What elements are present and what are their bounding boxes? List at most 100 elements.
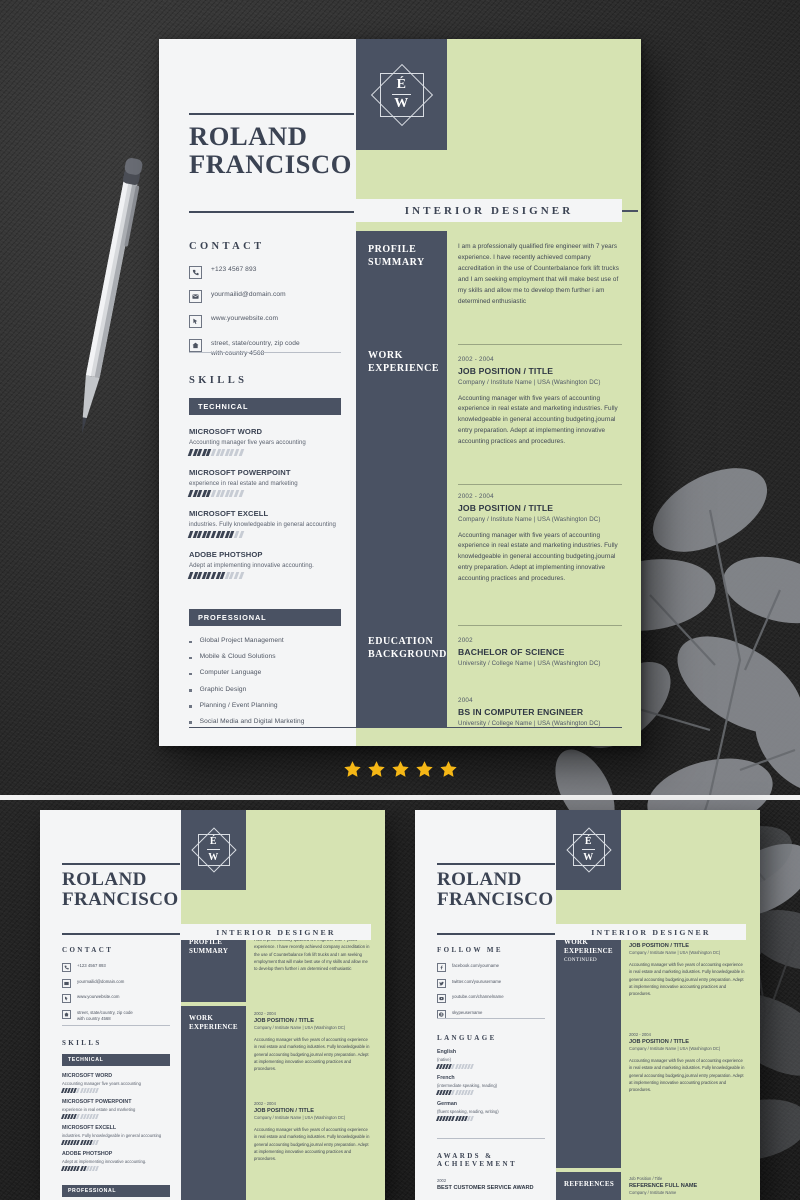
thumb2-work-entry-2: 2002 - 2004 JOB POSITION / TITLE Company… <box>629 1032 747 1094</box>
contact-item-email[interactable]: yourmailid@domain.com <box>189 290 341 303</box>
follow-me-section: FOLLOW ME facebook.com/yourname twitter.c… <box>437 946 545 1025</box>
monogram-letters: É W <box>371 64 433 126</box>
address-icon <box>64 1011 69 1016</box>
thumb2-divider-2 <box>437 1138 545 1139</box>
skill-description: industries. Fully knowledgeable in gener… <box>62 1132 162 1138</box>
contact-email-text: yourmailid@domain.com <box>211 290 286 298</box>
job-title-text: INTERIOR DESIGNER <box>216 927 336 937</box>
education-label-line-2: BACKGROUND <box>368 648 447 660</box>
skill-name: MICROSOFT WORD <box>62 1073 113 1079</box>
list-item: Planning / Event Planning <box>189 702 341 709</box>
thumb1-contact-list: +123 4567 893 yourmailid@domain.com www.yo… <box>62 963 170 1022</box>
thumb1-name-rule-top <box>62 863 180 865</box>
youtube-icon <box>439 996 444 1001</box>
resume-page-main[interactable]: É W ROLAND FRANCISCO INTERIOR DESIGNER C… <box>159 39 641 746</box>
skill-description: experience in real estate and marketing <box>62 1106 136 1112</box>
twitter-icon-wrap <box>437 978 446 988</box>
language-name: German <box>437 1101 458 1108</box>
address-icon <box>189 339 202 352</box>
skill-description: Adept at implementing innovative account… <box>62 1158 147 1164</box>
monogram-rule <box>392 93 411 95</box>
references-label: REFERENCES <box>564 1180 615 1188</box>
bullet-icon <box>189 656 192 660</box>
thumb1-name: ROLAND FRANCISCO <box>62 870 212 910</box>
job-date: 2002 - 2004 <box>458 356 494 363</box>
rating-tick <box>95 1165 99 1171</box>
contact-section: CONTACT +123 4567 893 yourmailid@domain.… <box>189 241 341 370</box>
contact-item[interactable]: +123 4567 893 <box>62 963 170 972</box>
star-icon <box>415 761 433 777</box>
social-link-item[interactable]: facebook.com/yourname <box>437 963 545 972</box>
skills-technical-bar: TECHNICAL <box>62 1054 170 1066</box>
rating-tick <box>470 1115 474 1121</box>
skill-rating-bar <box>436 1089 545 1095</box>
skill-item: MICROSOFT POWERPOINT experience in real e… <box>187 468 341 497</box>
profile-label-block: PROFILE SUMMARY <box>356 231 447 337</box>
contact-item[interactable]: www.yourwebsite.com <box>62 994 170 1003</box>
profile-label: PROFILE SUMMARY <box>189 938 241 956</box>
skill-name: MICROSOFT POWERPOINT <box>189 468 291 477</box>
award-title: BEST CUSTOMER SERVICE AWARD <box>437 1184 534 1191</box>
education-label-line-1: EDUCATION <box>368 636 434 647</box>
thumb1-work-label-block: WORK EXPERIENCE <box>181 1006 246 1200</box>
job-title: JOB POSITION / TITLE <box>254 1017 314 1024</box>
skills-professional-label: PROFESSIONAL <box>68 1188 117 1194</box>
skill-description: industries. Fully knowledgeable in gener… <box>189 520 336 528</box>
star-rating <box>0 760 800 779</box>
thumbnail-page-two[interactable]: É W ROLAND FRANCISCO INTERIOR DESIGNER F… <box>415 810 760 1200</box>
profile-separator <box>458 344 622 345</box>
name-line-2: FRANCISCO <box>189 148 352 179</box>
skill-item: ADOBE PHOTSHOP Adept at implementing inno… <box>187 550 341 579</box>
section-divider-band <box>0 795 800 800</box>
thumb2-monogram-letters: É W <box>567 828 611 872</box>
star-icon <box>367 761 385 777</box>
list-item-label: Graphic Design <box>199 685 247 693</box>
skill-name: ADOBE PHOTSHOP <box>189 550 263 559</box>
skill-rating-bar <box>187 490 341 497</box>
monogram-bottom-letter: W <box>208 851 219 863</box>
skill-description: experience in real estate and marketing <box>189 479 298 487</box>
website-icon <box>64 996 68 1001</box>
skills-professional-bar: PROFESSIONAL <box>189 609 341 626</box>
monogram-bottom-letter: W <box>583 851 594 863</box>
name-line-1: ROLAND <box>189 121 308 151</box>
thumb2-monogram-logo: É W <box>565 827 612 873</box>
contact-item[interactable]: yourmailid@domain.com <box>62 978 170 988</box>
profile-label-line-2: SUMMARY <box>189 946 229 955</box>
work-continued-line-2: EXPERIENCE <box>564 946 613 955</box>
work-entry-2: 2002 - 2004 JOB POSITION / TITLE Company… <box>458 493 622 585</box>
social-link-text: facebook.com/yourname <box>452 963 500 968</box>
facebook-icon <box>440 965 443 970</box>
award-date: 2002 <box>437 1178 447 1183</box>
contact-item-address[interactable]: street, state/country, zip code with cou… <box>189 339 341 359</box>
skype-icon <box>439 1011 444 1017</box>
skill-rating-bar <box>61 1087 170 1093</box>
monogram-top-letter: É <box>209 836 218 848</box>
references-label-block: REFERENCES <box>556 1172 621 1200</box>
monogram-logo: É W <box>370 63 433 126</box>
awards-section: AWARDS & ACHIEVEMENT 2002 BEST CUSTOMER … <box>437 1152 549 1191</box>
job-title-text: INTERIOR DESIGNER <box>591 927 711 937</box>
skill-rating-bar <box>61 1139 170 1145</box>
contact-item-website[interactable]: www.yourwebsite.com <box>189 314 341 328</box>
thumbnail-page-one[interactable]: É W ROLAND FRANCISCO INTERIOR DESIGNER C… <box>40 810 385 1200</box>
thumb2-name-rule-bottom <box>437 933 555 935</box>
contact-item[interactable]: street, state/country, zip code with cou… <box>62 1009 170 1023</box>
contact-list: +123 4567 893 yourmailid@domain.com www.… <box>189 265 341 359</box>
bullet-icon <box>189 689 192 692</box>
rating-tick <box>238 490 244 497</box>
ribbon-accent-line <box>622 210 638 212</box>
follow-me-list: facebook.com/yourname twitter.com/youruse… <box>437 963 545 1019</box>
social-link-item[interactable]: youtube.com/channelname <box>437 994 545 1003</box>
star-icon <box>391 761 409 777</box>
social-link-item[interactable]: twitter.com/yourusername <box>437 978 545 988</box>
job-meta: Company / Institute Name | USA (Washingt… <box>458 378 601 386</box>
contact-text: yourmailid@domain.com <box>77 978 125 984</box>
monogram-rule <box>207 849 220 851</box>
work-entry-1: 2002 - 2004 JOB POSITION / TITLE Company… <box>458 356 622 448</box>
skills-section: SKILLS TECHNICAL MICROSOFT WORD Accountin… <box>187 375 341 579</box>
education-date: 2004 <box>458 697 473 704</box>
name-rule-bottom <box>189 211 354 213</box>
contact-item-phone[interactable]: +123 4567 893 <box>189 265 341 279</box>
profile-label: PROFILE SUMMARY <box>368 244 439 269</box>
